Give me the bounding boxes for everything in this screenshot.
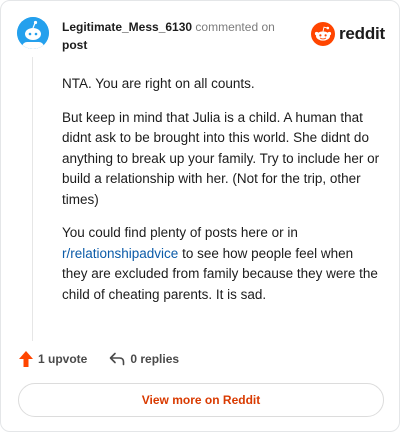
post-link[interactable]: post	[62, 36, 302, 54]
upvote-arrow-icon	[19, 351, 33, 367]
comment-paragraph-3: You could find plenty of posts here or i…	[62, 223, 380, 305]
reddit-brand[interactable]: reddit	[310, 21, 385, 47]
upvote-count: 1 upvote	[38, 352, 88, 366]
comment-paragraph-2: But keep in mind that Julia is a child. …	[62, 109, 380, 207]
comment-body: NTA. You are right on all counts. But ke…	[62, 74, 380, 318]
view-more-button[interactable]: View more on Reddit	[18, 383, 384, 417]
comment-embed-card: Legitimate_Mess_6130 commented on post r…	[0, 0, 400, 432]
subreddit-link[interactable]: r/relationshipadvice	[62, 246, 178, 261]
replies-button[interactable]: 0 replies	[109, 352, 179, 366]
thread-line	[32, 57, 33, 341]
snoo-avatar-icon	[17, 17, 49, 49]
reddit-wordmark: reddit	[338, 24, 385, 43]
comment-header: Legitimate_Mess_6130 commented on post r…	[17, 17, 385, 57]
commented-on-text: commented on	[195, 20, 275, 34]
comment-paragraph-3-lead: You could find plenty of posts here or i…	[62, 225, 298, 240]
replies-count: 0 replies	[130, 352, 180, 366]
comment-paragraph-1: NTA. You are right on all counts.	[62, 76, 255, 91]
reply-arrow-icon	[110, 352, 125, 366]
comment-meta: Legitimate_Mess_6130 commented on post	[62, 18, 302, 54]
upvote-button[interactable]: 1 upvote	[19, 351, 87, 367]
author-username[interactable]: Legitimate_Mess_6130	[62, 20, 192, 34]
comment-actions: 1 upvote 0 replies	[19, 349, 179, 369]
reddit-logo-icon	[310, 22, 335, 46]
avatar[interactable]	[17, 17, 49, 49]
